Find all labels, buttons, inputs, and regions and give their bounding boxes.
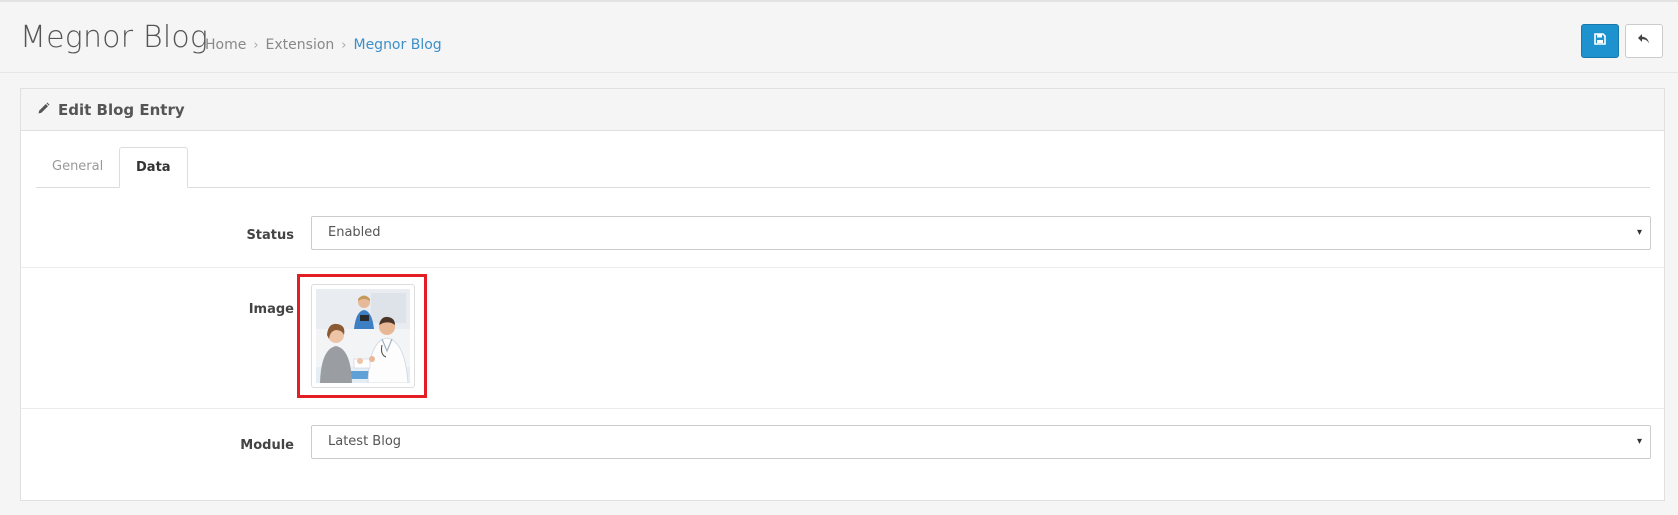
module-select-value: Latest Blog — [328, 434, 402, 449]
save-icon — [1594, 33, 1606, 49]
image-row: Image — [21, 269, 1664, 409]
breadcrumb-extension[interactable]: Extension — [266, 37, 335, 53]
status-label: Status — [246, 228, 294, 243]
chevron-down-icon: ▾ — [1636, 227, 1642, 238]
page-title: Megnor Blog — [20, 20, 209, 55]
panel-heading: Edit Blog Entry — [21, 89, 1664, 131]
status-row: Status Enabled ▾ — [21, 204, 1664, 268]
panel-title: Edit Blog Entry — [37, 100, 185, 120]
blog-photo — [316, 289, 410, 383]
breadcrumb-megnor-blog[interactable]: Megnor Blog — [353, 37, 441, 53]
module-row: Module Latest Blog ▾ — [21, 410, 1664, 490]
back-button[interactable] — [1625, 24, 1663, 58]
reply-icon — [1637, 33, 1651, 49]
edit-blog-panel: Edit Blog Entry General Data Status Enab… — [20, 88, 1665, 501]
save-button[interactable] — [1581, 24, 1619, 58]
page-header: Megnor Blog Home › Extension › Megnor Blog — [0, 2, 1678, 73]
panel-title-text: Edit Blog Entry — [58, 101, 185, 119]
tab-data[interactable]: Data — [119, 147, 188, 188]
status-select-value: Enabled — [328, 225, 381, 240]
pencil-icon — [37, 100, 50, 120]
module-select[interactable]: Latest Blog ▾ — [311, 425, 1651, 459]
module-label: Module — [240, 438, 294, 453]
tab-bar: General Data — [36, 147, 1650, 188]
tab-general[interactable]: General — [36, 147, 119, 187]
blog-image-thumbnail[interactable] — [311, 284, 415, 388]
breadcrumb-home[interactable]: Home — [205, 37, 246, 53]
status-select[interactable]: Enabled ▾ — [311, 216, 1651, 250]
breadcrumb-separator: › — [253, 38, 259, 53]
chevron-down-icon: ▾ — [1636, 436, 1642, 447]
breadcrumb: Home › Extension › Megnor Blog — [205, 35, 442, 56]
image-label: Image — [248, 302, 294, 317]
breadcrumb-separator: › — [341, 38, 347, 53]
